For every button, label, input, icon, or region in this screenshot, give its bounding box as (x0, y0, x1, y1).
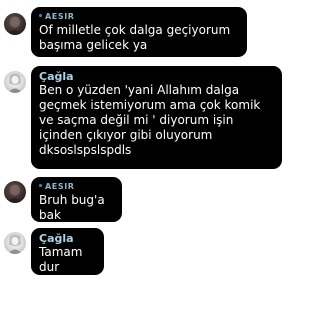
author-label: AESIR (45, 182, 75, 191)
author-name[interactable]: Çağla (39, 232, 96, 245)
author-label: AESIR (45, 12, 75, 21)
author-name[interactable]: Çağla (39, 70, 274, 83)
avatar-cagla[interactable] (4, 232, 26, 254)
avatar-cagla-icon (8, 73, 22, 93)
message-text: Of milletle çok dalga geçiyorum başıma g… (39, 23, 231, 52)
author-name[interactable]: AESIR (39, 181, 114, 193)
avatar-aesir-icon (7, 16, 23, 35)
message-text: Bruh bug'a bak (39, 193, 105, 222)
message-bubble: Çağla Tamam dur (31, 228, 104, 275)
role-dot-icon (39, 184, 42, 187)
avatar-aesir[interactable] (4, 181, 26, 203)
role-dot-icon (39, 14, 42, 17)
avatar-cagla[interactable] (4, 71, 26, 93)
message-bubble: Çağla Ben o yüzden 'yani Allahım dalga g… (31, 66, 282, 169)
message-bubble: AESIR Bruh bug'a bak (31, 177, 122, 222)
author-name[interactable]: AESIR (39, 11, 239, 23)
message-text: Tamam dur (39, 245, 83, 274)
avatar-aesir[interactable] (4, 13, 26, 35)
message-bubble: AESIR Of milletle çok dalga geçiyorum ba… (31, 7, 247, 57)
avatar-aesir-icon (7, 184, 23, 203)
avatar-cagla-icon (8, 234, 22, 254)
message-text: Ben o yüzden 'yani Allahım dalga geçmek … (39, 83, 261, 157)
